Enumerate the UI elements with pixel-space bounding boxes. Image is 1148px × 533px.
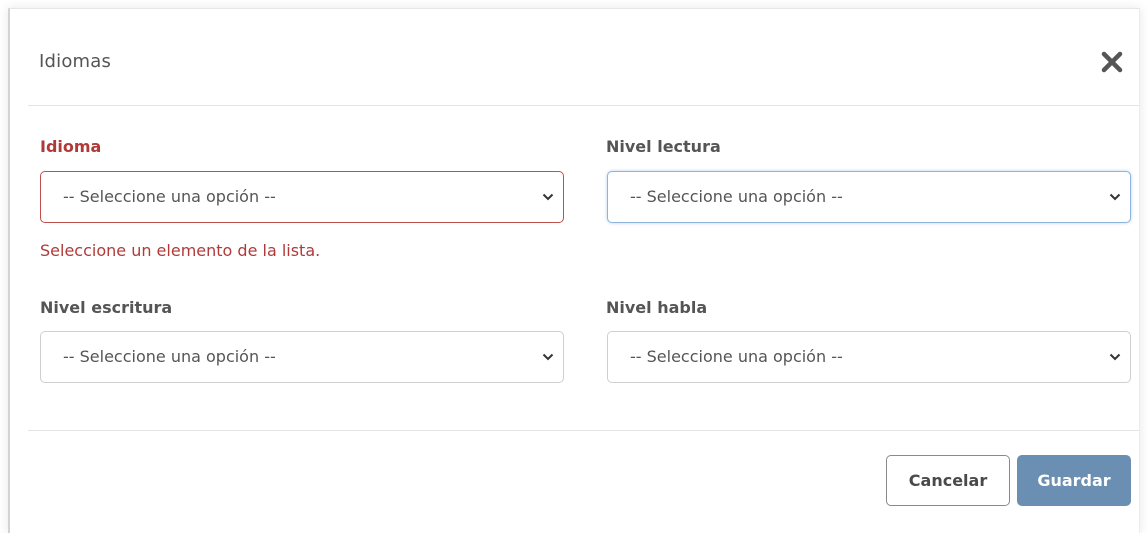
chevron-down-icon	[1109, 193, 1121, 201]
header-divider	[28, 105, 1139, 106]
nivel-lectura-select[interactable]: -- Seleccione una opción --	[607, 171, 1131, 223]
idioma-select-value: -- Seleccione una opción --	[63, 187, 276, 206]
nivel-escritura-select[interactable]: -- Seleccione una opción --	[40, 331, 564, 383]
nivel-escritura-select-value: -- Seleccione una opción --	[63, 347, 276, 366]
footer-divider	[28, 430, 1139, 431]
idioma-error-message: Seleccione un elemento de la lista.	[40, 241, 321, 260]
nivel-habla-label: Nivel habla	[606, 298, 708, 317]
close-icon	[1101, 51, 1123, 73]
chevron-down-icon	[542, 193, 554, 201]
nivel-lectura-label: Nivel lectura	[606, 137, 721, 156]
idioma-select[interactable]: -- Seleccione una opción --	[40, 171, 564, 223]
modal-header: Idiomas	[10, 9, 1139, 105]
chevron-down-icon	[542, 353, 554, 361]
chevron-down-icon	[1109, 353, 1121, 361]
idiomas-modal: Idiomas Idioma -- Seleccione una opción …	[8, 8, 1140, 533]
nivel-escritura-label: Nivel escritura	[40, 298, 173, 317]
cancel-button[interactable]: Cancelar	[886, 455, 1010, 506]
modal-title: Idiomas	[39, 51, 112, 72]
save-button[interactable]: Guardar	[1017, 455, 1131, 506]
nivel-lectura-select-value: -- Seleccione una opción --	[630, 187, 843, 206]
close-button[interactable]	[1099, 49, 1125, 75]
nivel-habla-select-value: -- Seleccione una opción --	[630, 347, 843, 366]
nivel-habla-select[interactable]: -- Seleccione una opción --	[607, 331, 1131, 383]
idioma-label: Idioma	[40, 137, 102, 156]
